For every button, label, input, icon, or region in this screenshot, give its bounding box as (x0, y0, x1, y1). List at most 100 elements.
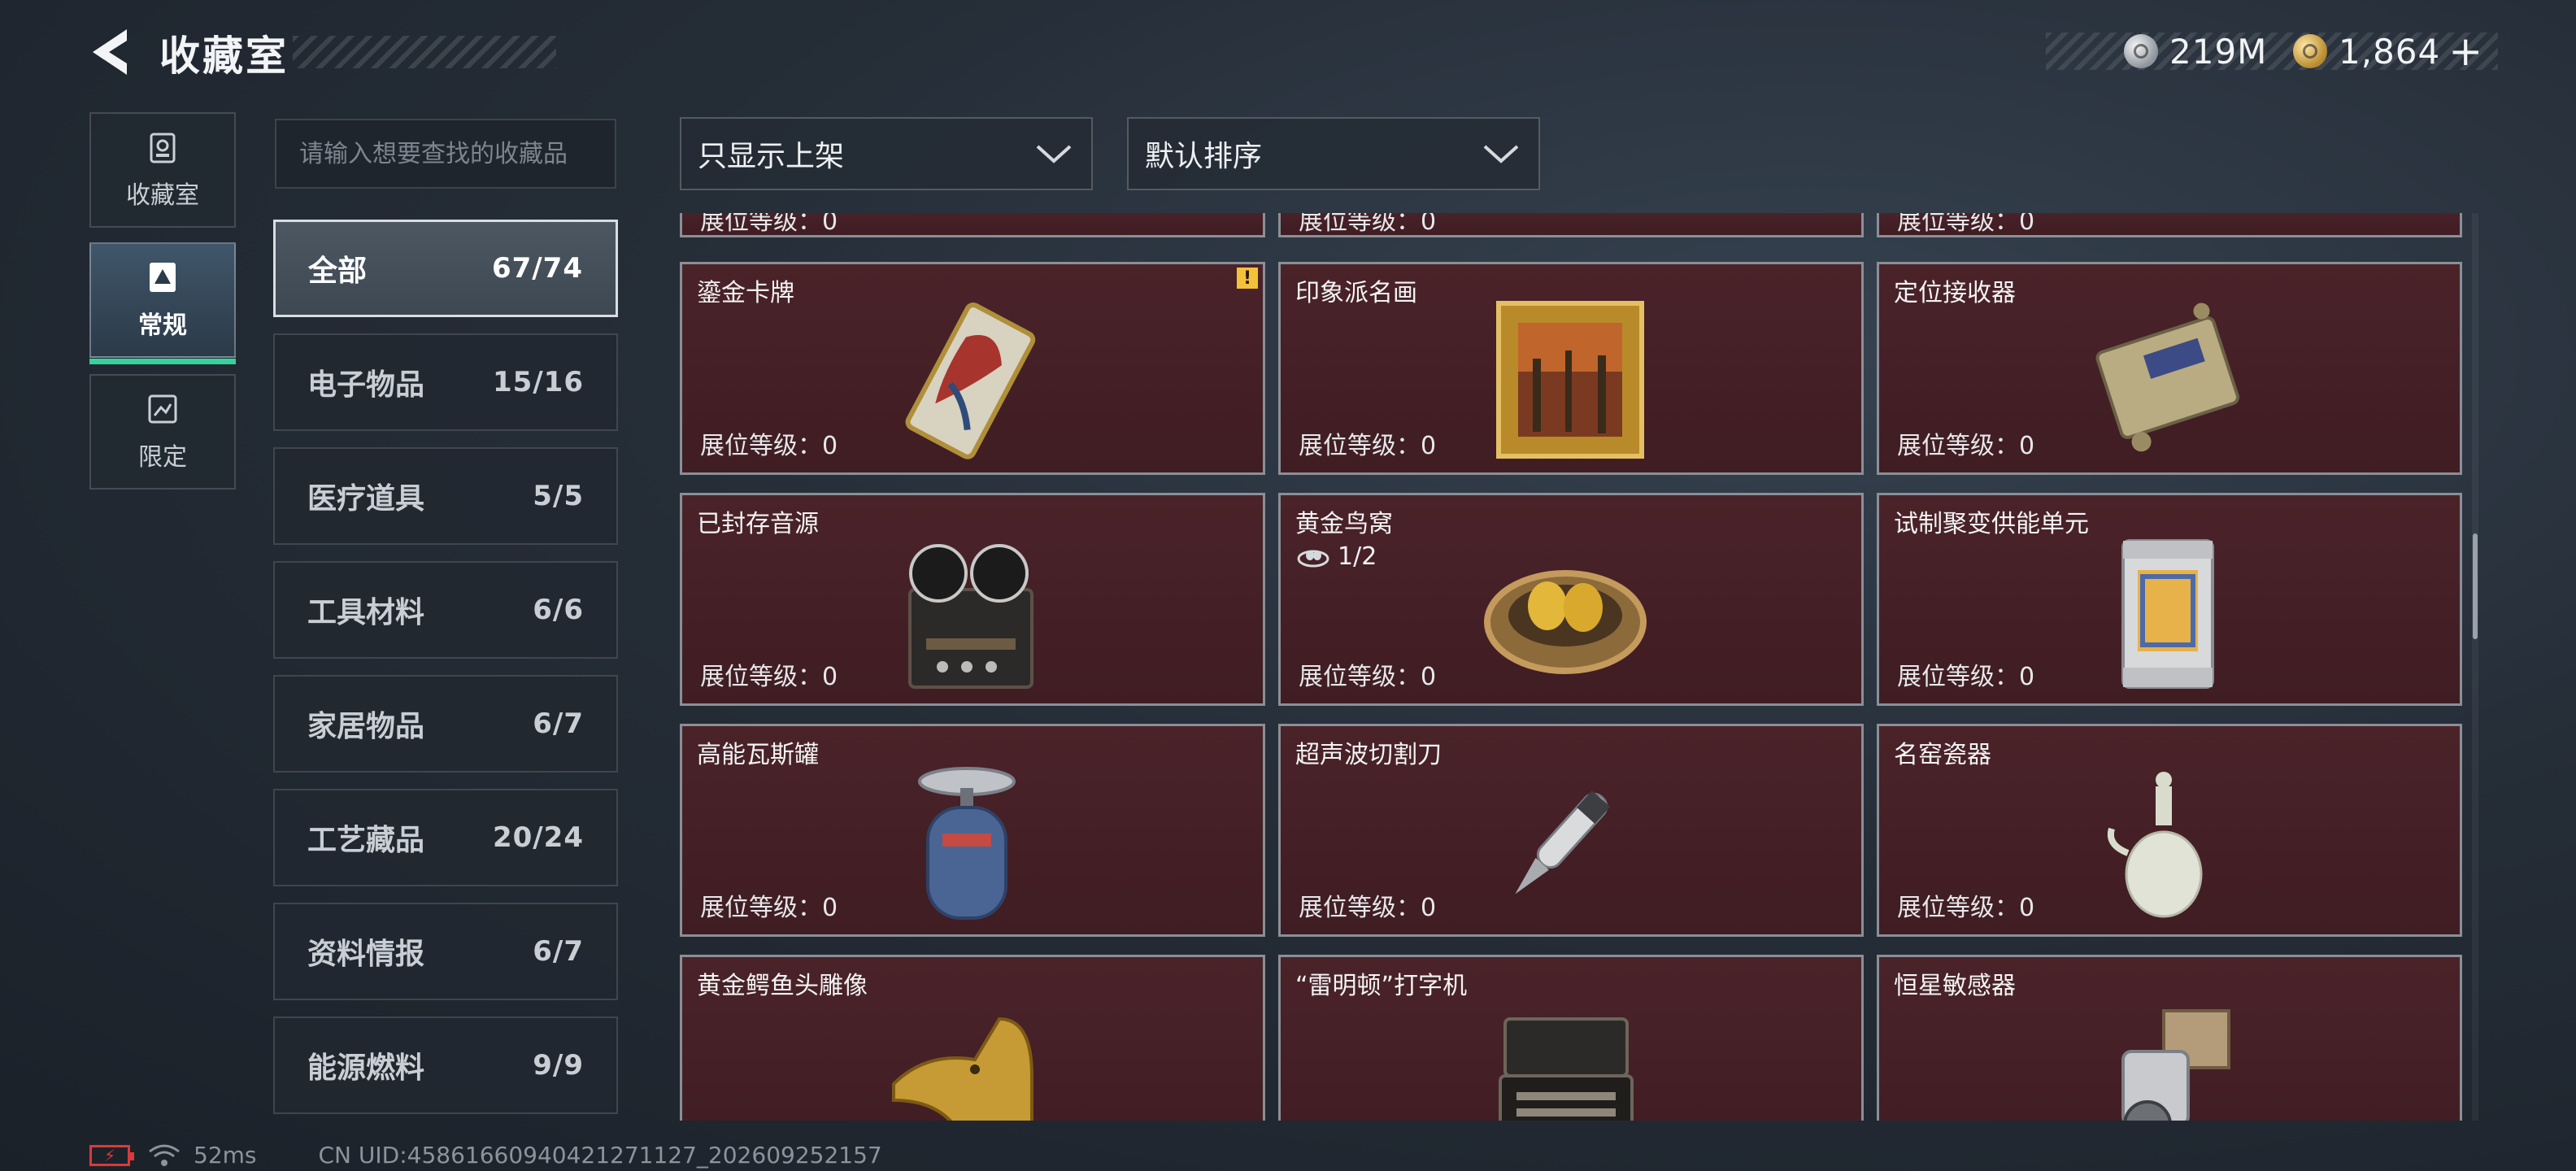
nest-icon (1297, 550, 1329, 567)
card-level: 展位等级：0 (1299, 894, 1437, 922)
gold-currency-value: 1,864 (2339, 31, 2441, 72)
category-tools[interactable]: 工具材料 6/6 (273, 561, 618, 659)
wifi-icon (149, 1144, 180, 1166)
title-decoration (293, 36, 556, 68)
card-name: 试制聚变供能单元 (1894, 510, 2089, 538)
collection-card[interactable]: 展位等级：0 (1877, 213, 2462, 237)
golden-nest-icon (1484, 570, 1647, 674)
collection-card[interactable]: 已封存音源 展位等级：0 (680, 493, 1265, 706)
sort-value: 默认排序 (1145, 140, 1263, 173)
ultrasonic-cutter-icon (1515, 790, 1611, 895)
search-box (275, 119, 616, 189)
regular-icon (150, 263, 176, 292)
silver-coin-icon (2124, 34, 2158, 68)
card-name: 黄金鳄鱼头雕像 (697, 972, 868, 1000)
grid-scrollbar-track[interactable] (2472, 213, 2478, 1121)
card-name: 恒星敏感器 (1894, 972, 2016, 1000)
ping-value: 52ms (194, 1142, 257, 1169)
card-level: 展位等级：0 (1299, 432, 1437, 460)
category-count: 67/74 (491, 252, 583, 285)
locator-receiver-icon (2095, 303, 2239, 452)
card-name: 超声波切割刀 (1295, 741, 1442, 769)
category-count: 6/7 (533, 935, 584, 968)
grid-scrollbar-thumb[interactable] (2473, 533, 2478, 639)
category-household[interactable]: 家居物品 6/7 (273, 675, 618, 773)
collection-card[interactable]: 鎏金卡牌 ! 展位等级：0 (680, 262, 1265, 475)
fusion-unit-icon (2121, 539, 2214, 689)
nav-regular[interactable]: 常规 (89, 242, 236, 364)
collection-card[interactable]: 黄金鸟窝 1/2 展位等级：0 (1278, 493, 1864, 706)
nav-limited[interactable]: 限定 (89, 374, 236, 490)
add-currency-button[interactable]: + (2448, 28, 2482, 75)
card-level: 展位等级：0 (1897, 213, 2035, 236)
chevron-down-icon (1036, 145, 1072, 163)
card-name: 定位接收器 (1894, 279, 2016, 307)
card-name: 黄金鸟窝 (1295, 510, 1393, 538)
silver-currency-value: 219M (2169, 31, 2268, 72)
category-intel[interactable]: 资料情报 6/7 (273, 903, 618, 1000)
golden-crocodile-statue-icon (892, 1016, 1033, 1121)
collection-card[interactable]: 展位等级：0 (1278, 213, 1864, 237)
star-sensor-icon (2121, 1009, 2230, 1121)
collection-card[interactable]: 印象派名画 展位等级：0 (1278, 262, 1864, 475)
collection-card[interactable]: 超声波切割刀 展位等级：0 (1278, 724, 1864, 937)
category-medical[interactable]: 医疗道具 5/5 (273, 447, 618, 545)
gold-currency: 1,864 + (2293, 28, 2482, 75)
card-level: 展位等级：0 (1897, 663, 2035, 691)
top-header: 收藏室 219M 1,864 + (0, 0, 2576, 106)
category-name: 工艺藏品 (307, 824, 425, 857)
impressionist-painting-icon (1496, 301, 1644, 459)
category-count: 9/9 (533, 1049, 584, 1082)
category-name: 电子物品 (307, 368, 425, 402)
collection-card[interactable]: 恒星敏感器 (1877, 955, 2462, 1121)
category-count: 6/6 (533, 594, 584, 626)
card-level: 展位等级：0 (700, 432, 838, 460)
card-name: 高能瓦斯罐 (697, 741, 819, 769)
status-bar: ⚡ 52ms CN UID:4586166094042127112​7_2026… (89, 1142, 882, 1169)
card-level: 展位等级：0 (1897, 432, 2035, 460)
category-name: 资料情报 (307, 938, 425, 971)
gas-tank-icon (918, 767, 1016, 920)
category-count: 20/24 (492, 821, 584, 854)
card-level: 展位等级：0 (1299, 213, 1437, 236)
card-level: 展位等级：0 (1897, 894, 2035, 922)
category-name: 家居物品 (307, 710, 425, 743)
card-level: 展位等级：0 (700, 663, 838, 691)
collection-card[interactable]: 名窑瓷器 展位等级：0 (1877, 724, 2462, 937)
nav-label: 收藏室 (126, 181, 199, 210)
category-crafts[interactable]: 工艺藏品 20/24 (273, 789, 618, 886)
collection-card[interactable]: “雷明顿”打字机 (1278, 955, 1864, 1121)
category-name: 能源燃料 (307, 1051, 425, 1085)
sort-dropdown[interactable]: 默认排序 (1127, 117, 1540, 190)
low-battery-icon: ⚡ (89, 1144, 134, 1166)
gold-coin-icon (2293, 34, 2327, 68)
card-name: 印象派名画 (1295, 279, 1417, 307)
progress-count: 1/2 (1338, 542, 1377, 571)
search-input[interactable] (299, 139, 615, 168)
collection-card[interactable]: 黄金鳄鱼头雕像 (680, 955, 1265, 1121)
category-fuel[interactable]: 能源燃料 9/9 (273, 1016, 618, 1114)
collection-card[interactable]: 高能瓦斯罐 展位等级：0 (680, 724, 1265, 937)
card-name: 名窑瓷器 (1894, 741, 1991, 769)
nest-progress: 1/2 (1297, 542, 1377, 571)
collection-card[interactable]: 展位等级：0 (680, 213, 1265, 237)
porcelain-vase-icon (2108, 772, 2203, 918)
display-filter-dropdown[interactable]: 只显示上架 (680, 117, 1093, 190)
collection-card[interactable]: 试制聚变供能单元 展位等级：0 (1877, 493, 2462, 706)
card-level: 展位等级：0 (700, 894, 838, 922)
nav-label: 常规 (138, 311, 187, 340)
display-filter-value: 只显示上架 (698, 140, 845, 173)
collection-grid[interactable]: 展位等级：0 展位等级：0 展位等级：0 鎏金卡牌 ! 展位等级：0 印象派名画 (675, 213, 2472, 1121)
category-all[interactable]: 全部 67/74 (273, 220, 618, 317)
category-name: 工具材料 (307, 596, 425, 629)
collection-card[interactable]: 定位接收器 展位等级：0 (1877, 262, 2462, 475)
card-name: 鎏金卡牌 (697, 279, 794, 307)
card-name: 已封存音源 (697, 510, 819, 538)
category-count: 15/16 (492, 366, 584, 398)
card-level: 展位等级：0 (700, 213, 838, 236)
collection-room-icon (150, 133, 176, 163)
back-arrow-icon[interactable] (88, 26, 137, 78)
nav-collection-room[interactable]: 收藏室 (89, 112, 236, 228)
category-name: 全部 (308, 255, 368, 288)
category-electronics[interactable]: 电子物品 15/16 (273, 333, 618, 431)
